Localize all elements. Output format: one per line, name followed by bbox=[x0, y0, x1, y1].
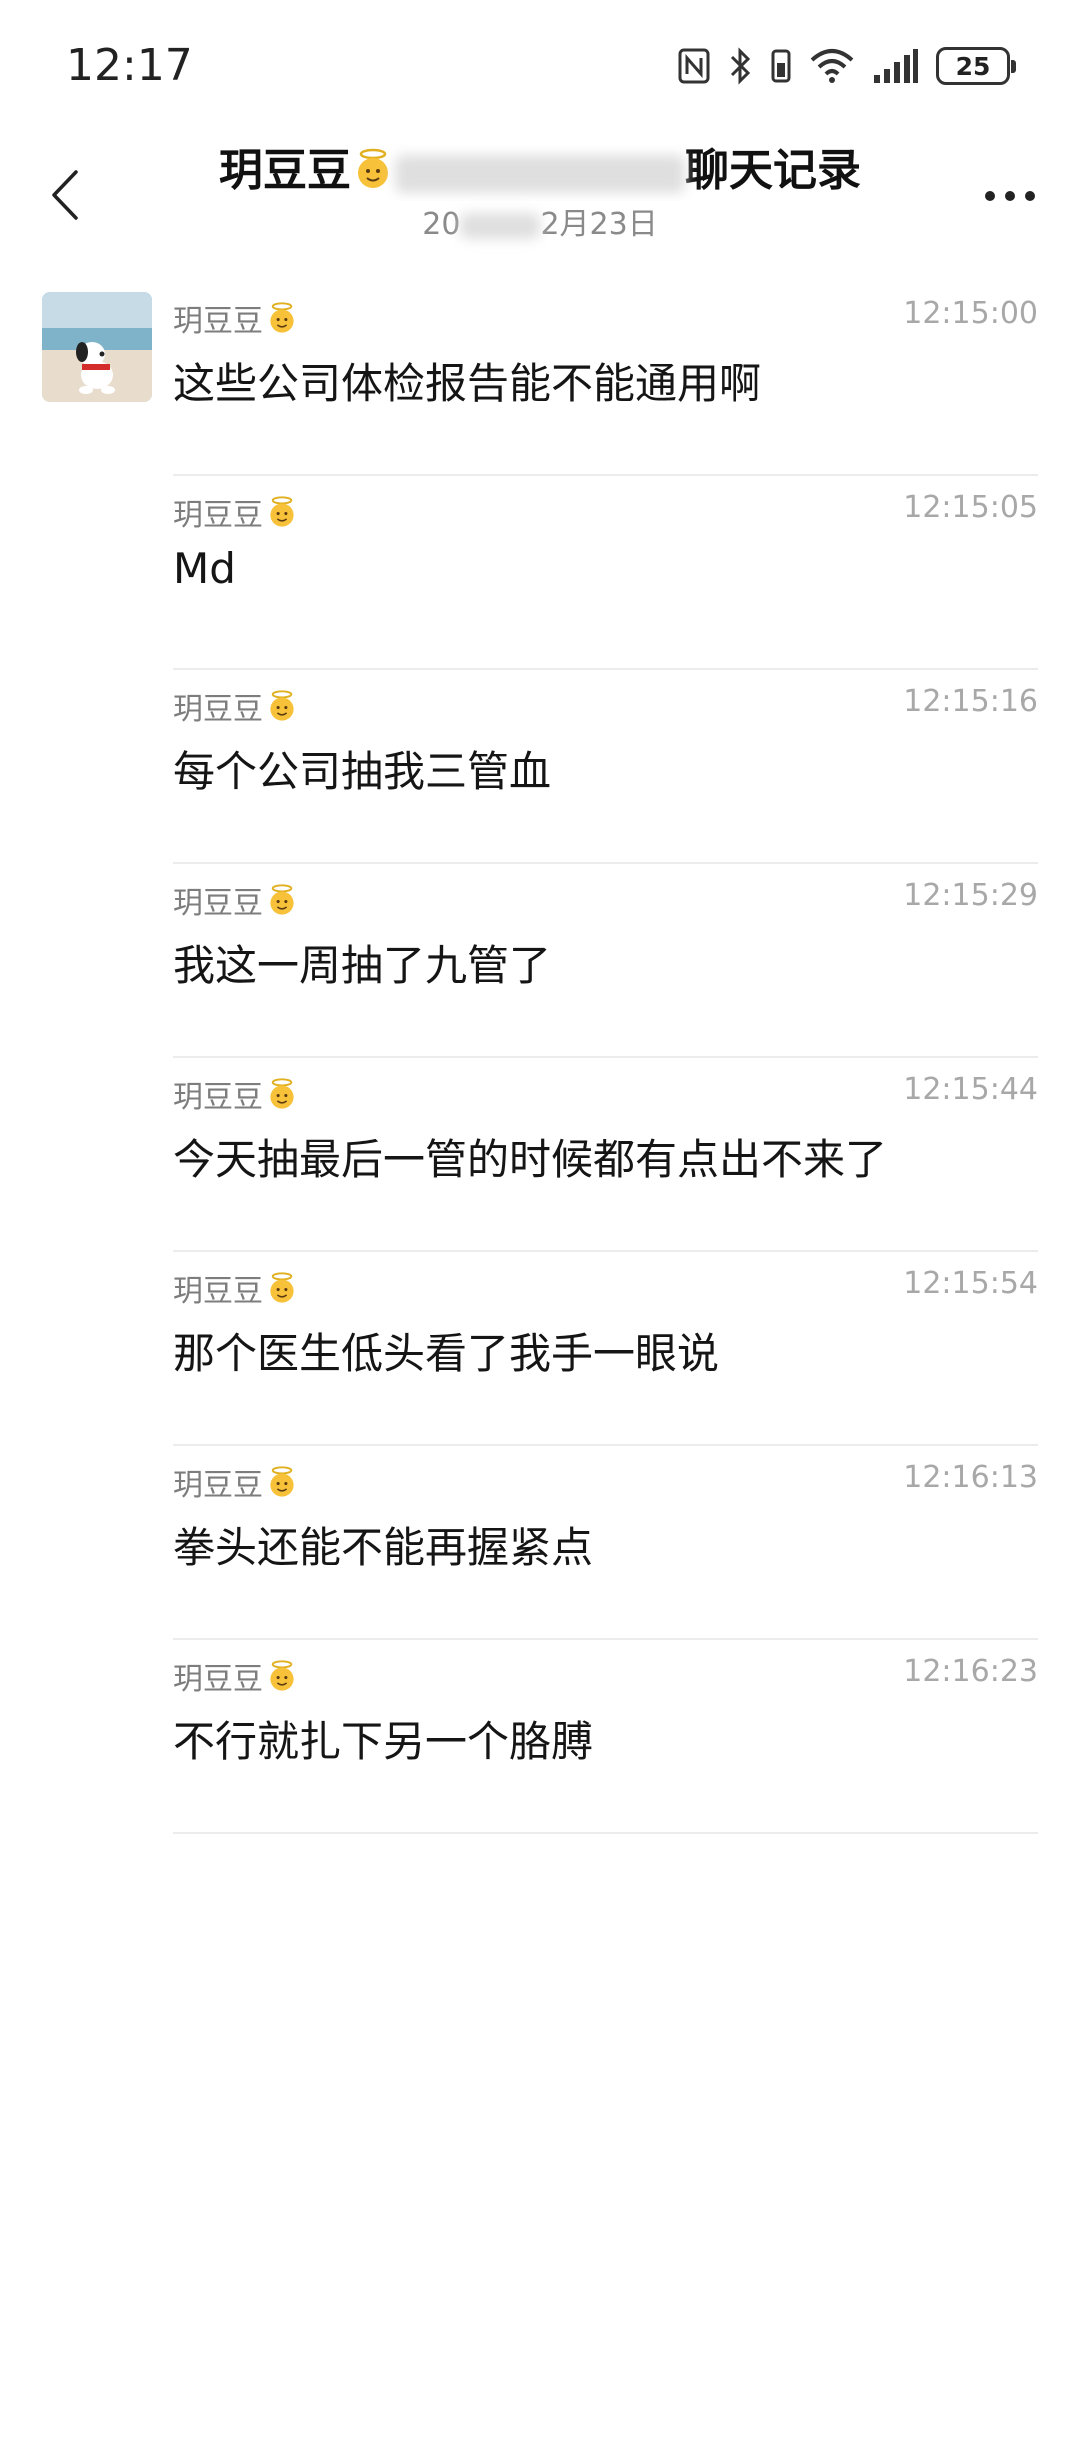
message-text[interactable]: 拳头还能不能再握紧点 bbox=[173, 1514, 593, 1575]
battery-icon: 25 bbox=[936, 47, 1016, 85]
sender-name-text: 玥豆豆 bbox=[173, 304, 263, 339]
sender-name: 玥豆豆 bbox=[173, 684, 299, 728]
page-subtitle-date: 20 2月23日 bbox=[180, 205, 900, 245]
message-time: 12:15:05 bbox=[903, 490, 1038, 525]
message-item[interactable]: 玥豆豆 12:16:23 不行就扎下另一个胳膊 bbox=[0, 1640, 1080, 1834]
message-time: 12:15:00 bbox=[903, 296, 1038, 331]
message-body: 玥豆豆 12:16:13 拳头还能不能再握紧点 bbox=[173, 1446, 1038, 1640]
more-button[interactable] bbox=[970, 161, 1050, 231]
signal-icon bbox=[874, 49, 918, 83]
subtitle-date-start: 20 bbox=[422, 207, 461, 242]
sender-name-text: 玥豆豆 bbox=[173, 1274, 263, 1309]
message-body: 玥豆豆 12:15:05 Md bbox=[173, 476, 1038, 670]
angel-emoji-icon bbox=[270, 884, 294, 915]
message-body: 玥豆豆 12:15:16 每个公司抽我三管血 bbox=[173, 670, 1038, 864]
vibrate-icon bbox=[771, 49, 791, 83]
angel-emoji-icon bbox=[270, 1078, 294, 1109]
angel-emoji-icon bbox=[270, 496, 294, 527]
sender-name: 玥豆豆 bbox=[173, 1460, 299, 1504]
bluetooth-icon bbox=[730, 47, 751, 85]
message-time: 12:15:16 bbox=[903, 684, 1038, 719]
message-time: 12:15:54 bbox=[903, 1266, 1038, 1301]
message-list[interactable]: 玥豆豆 12:15:00 这些公司体检报告能不能通用啊 玥豆豆 12:15:05… bbox=[0, 282, 1080, 1834]
title-redacted bbox=[395, 153, 685, 193]
back-button[interactable] bbox=[30, 155, 100, 235]
sender-name-text: 玥豆豆 bbox=[173, 1662, 263, 1697]
status-bar: 12:17 25 bbox=[0, 0, 1080, 135]
sender-name-text: 玥豆豆 bbox=[173, 498, 263, 533]
title-sender-name: 玥豆豆 bbox=[219, 145, 351, 196]
sender-name: 玥豆豆 bbox=[173, 1072, 299, 1116]
message-text[interactable]: 我这一周抽了九管了 bbox=[173, 932, 551, 993]
angel-emoji-icon bbox=[270, 1272, 294, 1303]
sender-name-text: 玥豆豆 bbox=[173, 692, 263, 727]
angel-emoji-icon bbox=[270, 1466, 294, 1497]
message-text[interactable]: 每个公司抽我三管血 bbox=[173, 738, 551, 799]
sender-name: 玥豆豆 bbox=[173, 296, 299, 340]
page-title: 玥豆豆 聊天记录 bbox=[180, 141, 900, 201]
subtitle-redacted bbox=[460, 211, 541, 241]
wifi-icon bbox=[810, 49, 854, 83]
message-body: 玥豆豆 12:15:54 那个医生低头看了我手一眼说 bbox=[173, 1252, 1038, 1446]
message-time: 12:15:44 bbox=[903, 1072, 1038, 1107]
angel-emoji-icon bbox=[270, 690, 294, 721]
sender-name: 玥豆豆 bbox=[173, 1654, 299, 1698]
message-text[interactable]: 今天抽最后一管的时候都有点出不来了 bbox=[173, 1126, 887, 1187]
angel-emoji-icon bbox=[270, 1660, 294, 1691]
sender-name-text: 玥豆豆 bbox=[173, 1080, 263, 1115]
sender-name: 玥豆豆 bbox=[173, 1266, 299, 1310]
message-item[interactable]: 玥豆豆 12:16:13 拳头还能不能再握紧点 bbox=[0, 1446, 1080, 1640]
message-time: 12:15:29 bbox=[903, 878, 1038, 913]
status-icons: 25 bbox=[678, 46, 1016, 86]
message-item[interactable]: 玥豆豆 12:15:29 我这一周抽了九管了 bbox=[0, 864, 1080, 1058]
chat-history-header: 玥豆豆 聊天记录 20 2月23日 bbox=[0, 135, 1080, 265]
message-text[interactable]: 那个医生低头看了我手一眼说 bbox=[173, 1320, 719, 1381]
message-text[interactable]: Md bbox=[173, 544, 236, 593]
message-item[interactable]: 玥豆豆 12:15:54 那个医生低头看了我手一眼说 bbox=[0, 1252, 1080, 1446]
angel-emoji-icon bbox=[358, 148, 388, 188]
angel-emoji-icon bbox=[270, 302, 294, 333]
message-item[interactable]: 玥豆豆 12:15:16 每个公司抽我三管血 bbox=[0, 670, 1080, 864]
status-time: 12:17 bbox=[66, 40, 193, 91]
message-item[interactable]: 玥豆豆 12:15:05 Md bbox=[0, 476, 1080, 670]
sender-name: 玥豆豆 bbox=[173, 490, 299, 534]
message-body: 玥豆豆 12:15:29 我这一周抽了九管了 bbox=[173, 864, 1038, 1058]
message-body: 玥豆豆 12:16:23 不行就扎下另一个胳膊 bbox=[173, 1640, 1038, 1834]
avatar[interactable] bbox=[42, 292, 152, 402]
message-item[interactable]: 玥豆豆 12:15:44 今天抽最后一管的时候都有点出不来了 bbox=[0, 1058, 1080, 1252]
message-body: 玥豆豆 12:15:00 这些公司体检报告能不能通用啊 bbox=[173, 282, 1038, 476]
message-text[interactable]: 这些公司体检报告能不能通用啊 bbox=[173, 350, 761, 411]
sender-name-text: 玥豆豆 bbox=[173, 1468, 263, 1503]
sender-name-text: 玥豆豆 bbox=[173, 886, 263, 921]
title-block: 玥豆豆 聊天记录 20 2月23日 bbox=[180, 135, 900, 245]
nfc-icon bbox=[678, 48, 710, 84]
title-suffix: 聊天记录 bbox=[685, 145, 861, 196]
more-dots-icon bbox=[985, 191, 1035, 201]
message-time: 12:16:13 bbox=[903, 1460, 1038, 1495]
message-text[interactable]: 不行就扎下另一个胳膊 bbox=[173, 1708, 593, 1769]
message-body: 玥豆豆 12:15:44 今天抽最后一管的时候都有点出不来了 bbox=[173, 1058, 1038, 1252]
sender-name: 玥豆豆 bbox=[173, 878, 299, 922]
chevron-left-icon bbox=[52, 170, 78, 220]
subtitle-date-end: 2月23日 bbox=[540, 207, 658, 242]
message-item[interactable]: 玥豆豆 12:15:00 这些公司体检报告能不能通用啊 bbox=[0, 282, 1080, 476]
message-time: 12:16:23 bbox=[903, 1654, 1038, 1689]
